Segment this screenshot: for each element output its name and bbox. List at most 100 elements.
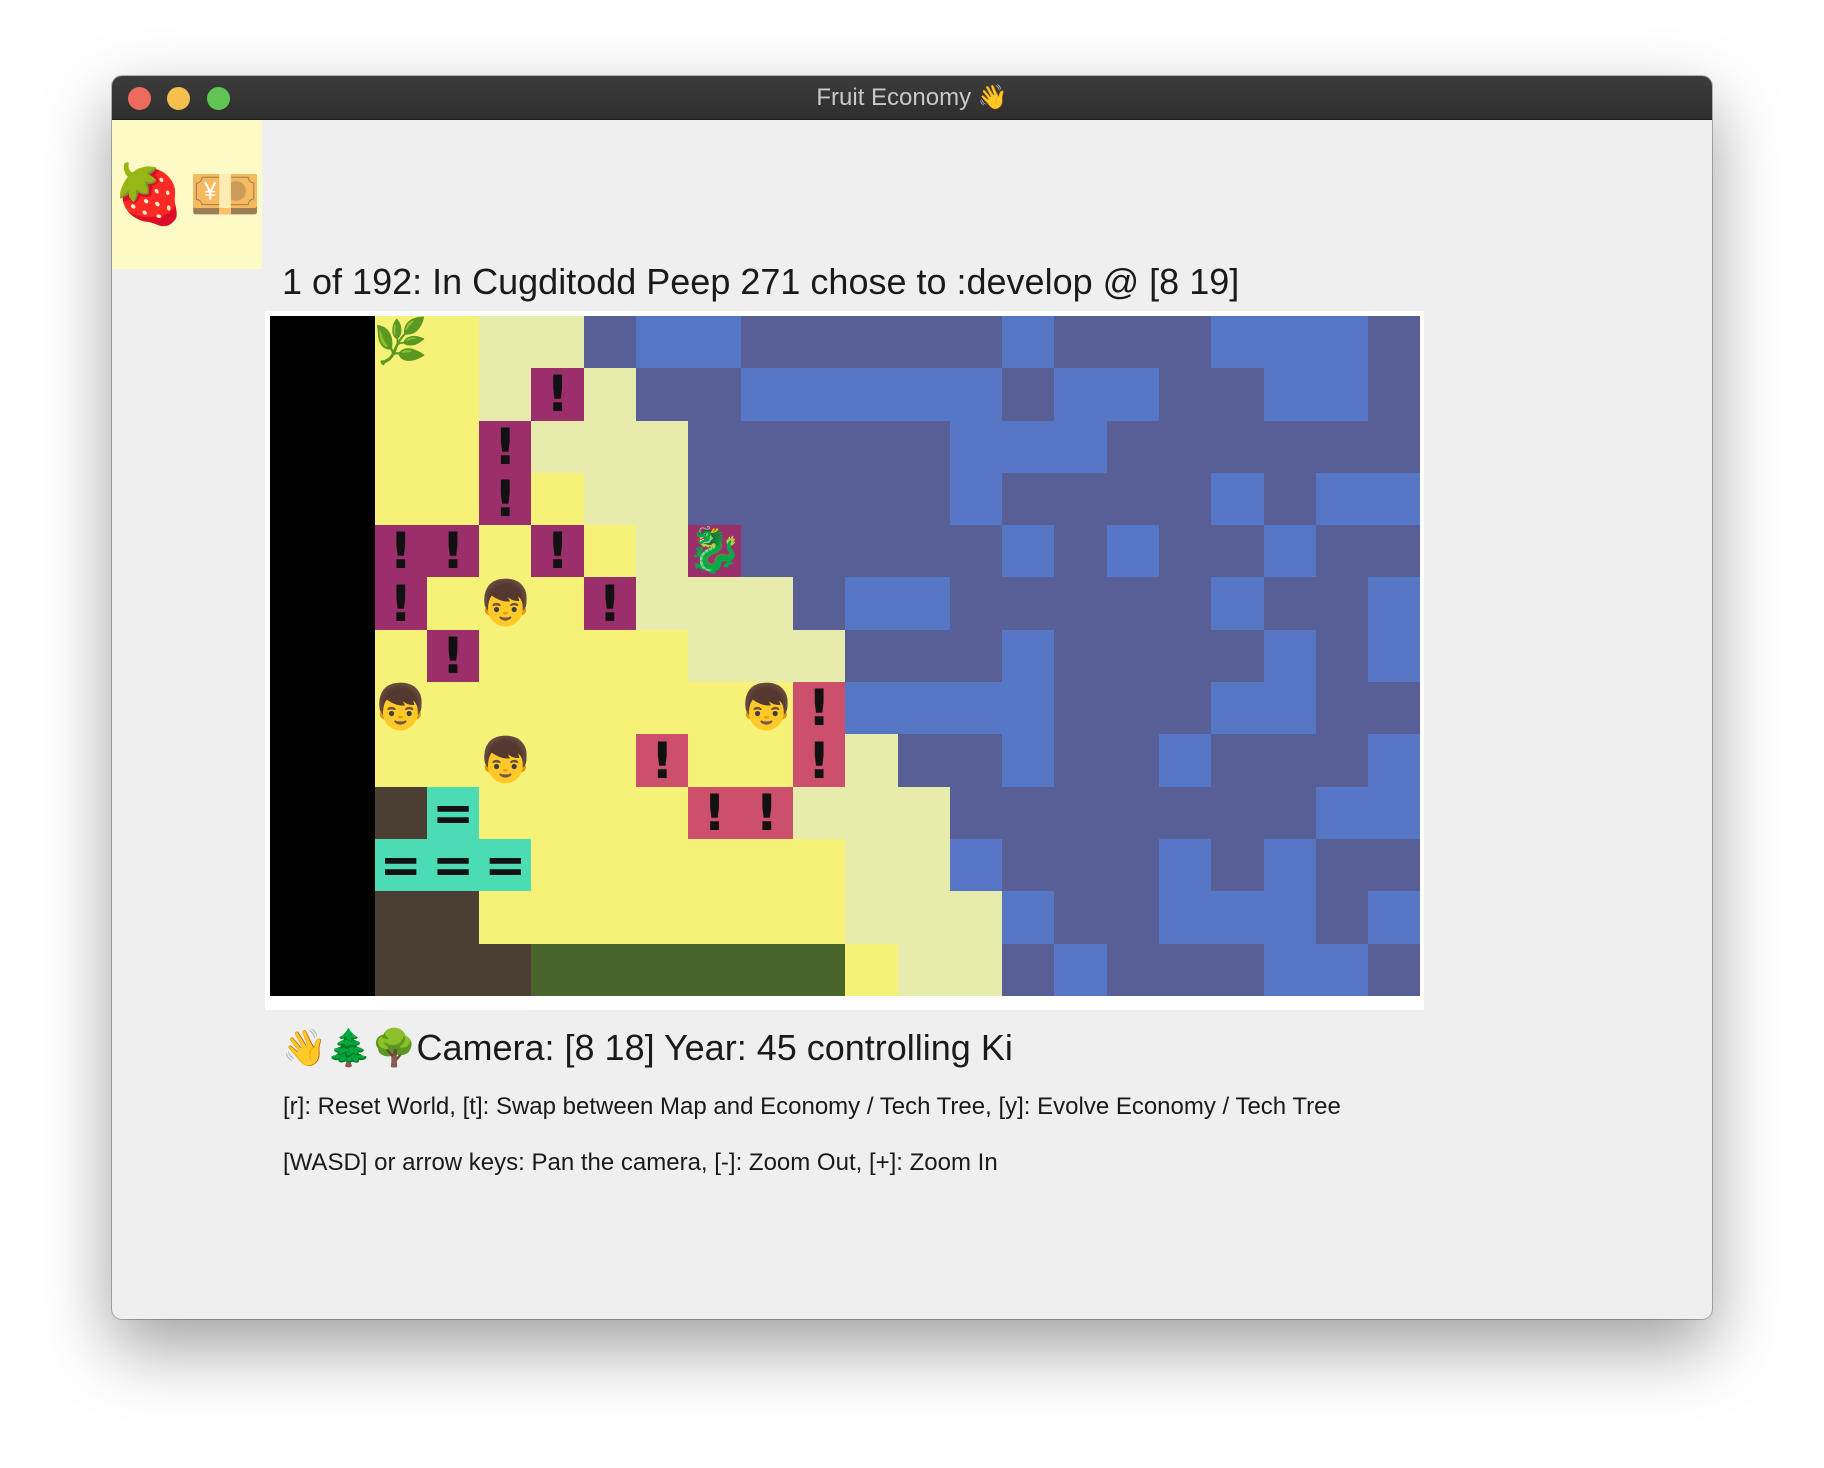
map-tile[interactable] — [949, 368, 1003, 421]
map-tile[interactable] — [479, 316, 532, 369]
map-tile[interactable] — [792, 786, 846, 839]
map-tile[interactable] — [531, 577, 584, 630]
map-tile[interactable] — [270, 943, 323, 996]
map-tile[interactable] — [1263, 786, 1316, 839]
title-bar[interactable]: Fruit Economy 👋 — [112, 76, 1712, 120]
map-tile[interactable] — [1368, 525, 1420, 578]
map-tile[interactable] — [1211, 577, 1264, 630]
map-tile[interactable] — [1159, 316, 1212, 369]
map-tile[interactable] — [1054, 682, 1107, 735]
map-tile[interactable] — [1211, 891, 1264, 944]
map-tile[interactable] — [1054, 368, 1107, 421]
map-tile[interactable] — [1002, 682, 1055, 735]
map-tile[interactable] — [270, 682, 323, 735]
map-tile[interactable] — [270, 368, 323, 421]
map-tile[interactable] — [1159, 368, 1212, 421]
map-tile[interactable] — [740, 577, 793, 630]
map-tile[interactable] — [583, 368, 637, 421]
map-tile[interactable] — [1263, 682, 1316, 735]
map-tile[interactable] — [1263, 472, 1316, 526]
map-tile[interactable] — [1054, 943, 1107, 996]
map-tile[interactable] — [897, 472, 950, 526]
map-tile[interactable] — [322, 629, 375, 683]
map-tile[interactable]: ! — [479, 420, 532, 473]
map-tile[interactable] — [636, 891, 689, 944]
map-tile[interactable] — [792, 316, 846, 369]
map-tile[interactable] — [1159, 420, 1212, 473]
map-tile[interactable] — [845, 734, 898, 787]
map-tile[interactable] — [374, 368, 427, 421]
map-tile[interactable] — [531, 420, 584, 473]
map-tile[interactable] — [1315, 629, 1369, 683]
map-tile[interactable] — [897, 891, 950, 944]
map-tile[interactable] — [1211, 682, 1264, 735]
map-tile[interactable] — [1315, 472, 1369, 526]
map-tile[interactable] — [1368, 891, 1420, 944]
map-tile[interactable] — [531, 943, 584, 996]
map-tile[interactable] — [897, 420, 950, 473]
map-tile[interactable] — [845, 838, 898, 892]
map-tile[interactable] — [1159, 786, 1212, 839]
map-tile[interactable] — [845, 786, 898, 839]
map-tile[interactable] — [374, 943, 427, 996]
map-tile[interactable] — [479, 943, 532, 996]
map-tile[interactable] — [636, 525, 689, 578]
world-map[interactable]: 🌿!!!!!! 🐉! 👦!! 👦 👦! 👦!! =!! = = = — [270, 316, 1420, 1006]
map-tile[interactable] — [845, 891, 898, 944]
map-tile[interactable] — [426, 472, 480, 526]
map-tile[interactable] — [426, 943, 480, 996]
map-tile[interactable] — [583, 420, 637, 473]
map-tile[interactable] — [479, 629, 532, 683]
map-tile[interactable] — [1211, 368, 1264, 421]
map-tile[interactable] — [897, 943, 950, 996]
map-tile[interactable] — [1002, 420, 1055, 473]
map-tile[interactable]: ! — [688, 786, 741, 839]
map-tile[interactable] — [949, 472, 1003, 526]
map-tile[interactable] — [1211, 734, 1264, 787]
map-tile[interactable]: 👦 — [740, 682, 793, 735]
map-tile[interactable] — [845, 368, 898, 421]
map-tile[interactable] — [792, 525, 846, 578]
map-tile[interactable] — [270, 629, 323, 683]
map-tile[interactable] — [1002, 525, 1055, 578]
map-tile[interactable] — [1315, 734, 1369, 787]
map-tile[interactable] — [374, 734, 427, 787]
map-tile[interactable] — [636, 368, 689, 421]
map-tile[interactable] — [1159, 472, 1212, 526]
map-tile[interactable] — [583, 629, 637, 683]
map-tile[interactable] — [1368, 629, 1420, 683]
map-tile[interactable] — [1159, 577, 1212, 630]
map-tile[interactable]: ! — [426, 629, 480, 683]
map-tile[interactable] — [1263, 943, 1316, 996]
map-tile[interactable]: = — [479, 838, 532, 892]
map-tile[interactable]: ! — [583, 577, 637, 630]
map-tile[interactable] — [1159, 734, 1212, 787]
map-tile[interactable]: 👦 — [479, 734, 532, 787]
map-tile[interactable] — [845, 316, 898, 369]
map-tile[interactable] — [845, 682, 898, 735]
map-tile[interactable] — [479, 682, 532, 735]
map-tile[interactable] — [1211, 316, 1264, 369]
map-tile[interactable] — [636, 629, 689, 683]
map-tile[interactable] — [1315, 786, 1369, 839]
map-tile[interactable] — [531, 734, 584, 787]
map-tile[interactable] — [1368, 472, 1420, 526]
map-tile[interactable] — [322, 525, 375, 578]
map-tile[interactable] — [1263, 368, 1316, 421]
map-tile[interactable] — [1002, 316, 1055, 369]
map-tile[interactable]: ! — [531, 368, 584, 421]
map-tile[interactable] — [636, 838, 689, 892]
map-tile[interactable] — [949, 316, 1003, 369]
map-tile[interactable]: 🌿 — [374, 316, 427, 369]
map-tile[interactable] — [479, 786, 532, 839]
map-tile[interactable] — [1159, 891, 1212, 944]
map-tile[interactable] — [426, 577, 480, 630]
map-tile[interactable] — [1002, 472, 1055, 526]
map-tile[interactable] — [1106, 368, 1160, 421]
map-tile[interactable] — [1368, 577, 1420, 630]
map-tile[interactable] — [322, 838, 375, 892]
map-tile[interactable] — [1211, 629, 1264, 683]
map-tile[interactable] — [1263, 420, 1316, 473]
map-tile[interactable] — [845, 577, 898, 630]
map-tile[interactable] — [1106, 629, 1160, 683]
